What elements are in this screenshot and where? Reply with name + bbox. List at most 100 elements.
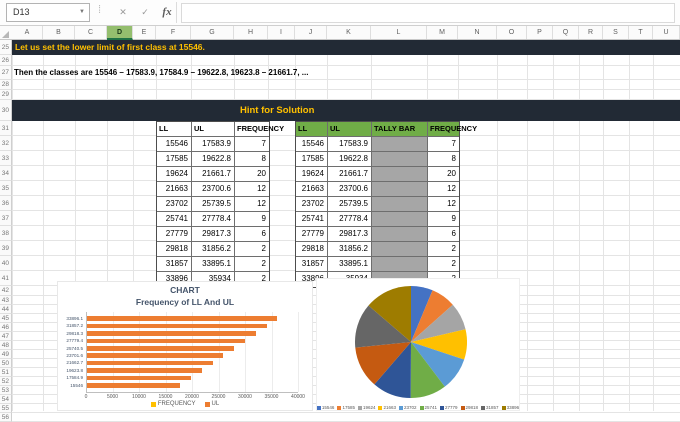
column-header-B[interactable]: B: [43, 26, 75, 39]
data-cell[interactable]: 29817.3: [192, 227, 235, 242]
row-header-54[interactable]: 54: [0, 395, 12, 404]
data-cell[interactable]: 21663: [296, 182, 328, 197]
column-header-J[interactable]: J: [295, 26, 327, 39]
data-cell[interactable]: 17585: [296, 152, 328, 167]
row-header-48[interactable]: 48: [0, 341, 12, 350]
column-header-H[interactable]: H: [234, 26, 268, 39]
row-header-47[interactable]: 47: [0, 332, 12, 341]
frequency-table-right[interactable]: LL UL TALLY BAR FREQUENCY 15546 17583.9 7 17585…: [295, 121, 477, 288]
data-cell[interactable]: 17585: [157, 152, 192, 167]
column-header-I[interactable]: I: [268, 26, 295, 39]
data-cell[interactable]: 19622.8: [192, 152, 235, 167]
frequency-table-left[interactable]: LL UL FREQUENCY 15546 17583.9 7 17585 19622.8 8 1…: [156, 121, 284, 288]
row-header-38[interactable]: 38: [0, 226, 12, 241]
row-header-55[interactable]: 55: [0, 404, 12, 413]
header-cell-tally-bar[interactable]: TALLY BAR: [372, 122, 428, 137]
row-header-26[interactable]: 26: [0, 55, 12, 66]
formula-bar-grip[interactable]: ⁞: [98, 4, 101, 16]
row-header-35[interactable]: 35: [0, 181, 12, 196]
data-cell[interactable]: 8: [235, 152, 269, 167]
data-cell[interactable]: 25741: [157, 212, 192, 227]
column-header-N[interactable]: N: [458, 26, 497, 39]
row-header-44[interactable]: 44: [0, 305, 12, 314]
data-cell[interactable]: 25741: [296, 212, 328, 227]
row-header-33[interactable]: 33: [0, 151, 12, 166]
data-cell[interactable]: 27778.4: [328, 212, 372, 227]
classes-note-cell[interactable]: Then the classes are 15546 – 17583.9, 17…: [14, 66, 308, 80]
formula-input[interactable]: [181, 3, 675, 23]
data-cell[interactable]: [372, 182, 428, 197]
data-cell[interactable]: 23700.6: [192, 182, 235, 197]
data-cell[interactable]: [372, 212, 428, 227]
data-cell[interactable]: 9: [428, 212, 459, 227]
column-header-A[interactable]: A: [12, 26, 43, 39]
data-cell[interactable]: 2: [235, 257, 269, 272]
row-header-30[interactable]: 30: [0, 100, 12, 121]
column-header-P[interactable]: P: [527, 26, 553, 39]
column-header-R[interactable]: R: [579, 26, 603, 39]
data-cell[interactable]: [372, 152, 428, 167]
row-header-45[interactable]: 45: [0, 314, 12, 323]
row-header-43[interactable]: 43: [0, 296, 12, 305]
data-cell[interactable]: 25739.5: [192, 197, 235, 212]
row-header-25[interactable]: 25: [0, 40, 12, 55]
insert-function-icon[interactable]: fx: [156, 3, 178, 22]
header-cell-ul[interactable]: UL: [192, 122, 235, 137]
row-header-28[interactable]: 28: [0, 80, 12, 90]
data-cell[interactable]: 21661.7: [328, 167, 372, 182]
data-cell[interactable]: [372, 197, 428, 212]
data-cell[interactable]: 2: [235, 242, 269, 257]
data-cell[interactable]: 6: [428, 227, 459, 242]
data-cell[interactable]: 12: [428, 197, 459, 212]
column-header-L[interactable]: L: [371, 26, 427, 39]
row-header-39[interactable]: 39: [0, 241, 12, 256]
data-cell[interactable]: 31856.2: [192, 242, 235, 257]
limit-note-cell[interactable]: Let us set the lower limit of first clas…: [12, 40, 680, 55]
data-cell[interactable]: 23702: [296, 197, 328, 212]
column-header-D[interactable]: D: [107, 26, 133, 40]
column-header-C[interactable]: C: [75, 26, 107, 39]
data-cell[interactable]: [372, 137, 428, 152]
select-all-corner[interactable]: [2, 31, 9, 38]
data-cell[interactable]: [372, 227, 428, 242]
column-header-E[interactable]: E: [133, 26, 156, 39]
data-cell[interactable]: 29818: [296, 242, 328, 257]
data-cell[interactable]: 19624: [296, 167, 328, 182]
data-cell[interactable]: 12: [235, 182, 269, 197]
hint-banner-cell[interactable]: Hint for Solution: [12, 100, 680, 121]
row-header-41[interactable]: 41: [0, 271, 12, 286]
column-header-F[interactable]: F: [156, 26, 191, 39]
data-cell[interactable]: 15546: [157, 137, 192, 152]
row-header-40[interactable]: 40: [0, 256, 12, 271]
header-cell-frequency[interactable]: FREQUENCY: [428, 122, 477, 137]
row-header-31[interactable]: 31: [0, 121, 12, 136]
data-cell[interactable]: 31857: [157, 257, 192, 272]
data-cell[interactable]: 23700.6: [328, 182, 372, 197]
data-cell[interactable]: 27778.4: [192, 212, 235, 227]
data-cell[interactable]: 17583.9: [192, 137, 235, 152]
row-header-53[interactable]: 53: [0, 386, 12, 395]
name-box[interactable]: D13 ▼: [6, 3, 90, 22]
column-header-K[interactable]: K: [327, 26, 371, 39]
row-header-34[interactable]: 34: [0, 166, 12, 181]
row-header-32[interactable]: 32: [0, 136, 12, 151]
column-header-U[interactable]: U: [653, 26, 680, 39]
data-cell[interactable]: 29817.3: [328, 227, 372, 242]
data-cell[interactable]: 9: [235, 212, 269, 227]
column-header-Q[interactable]: Q: [553, 26, 579, 39]
column-header-G[interactable]: G: [191, 26, 234, 39]
row-header-49[interactable]: 49: [0, 350, 12, 359]
chevron-down-icon[interactable]: ▼: [79, 4, 85, 21]
data-cell[interactable]: 21661.7: [192, 167, 235, 182]
data-cell[interactable]: 27779: [157, 227, 192, 242]
row-header-36[interactable]: 36: [0, 196, 12, 211]
data-cell[interactable]: 17583.9: [328, 137, 372, 152]
row-header-29[interactable]: 29: [0, 90, 12, 100]
header-cell-ul[interactable]: UL: [328, 122, 372, 137]
data-cell[interactable]: 2: [428, 242, 459, 257]
data-cell[interactable]: 7: [428, 137, 459, 152]
column-header-O[interactable]: O: [497, 26, 527, 39]
data-cell[interactable]: 23702: [157, 197, 192, 212]
column-header-M[interactable]: M: [427, 26, 458, 39]
data-cell[interactable]: [372, 242, 428, 257]
